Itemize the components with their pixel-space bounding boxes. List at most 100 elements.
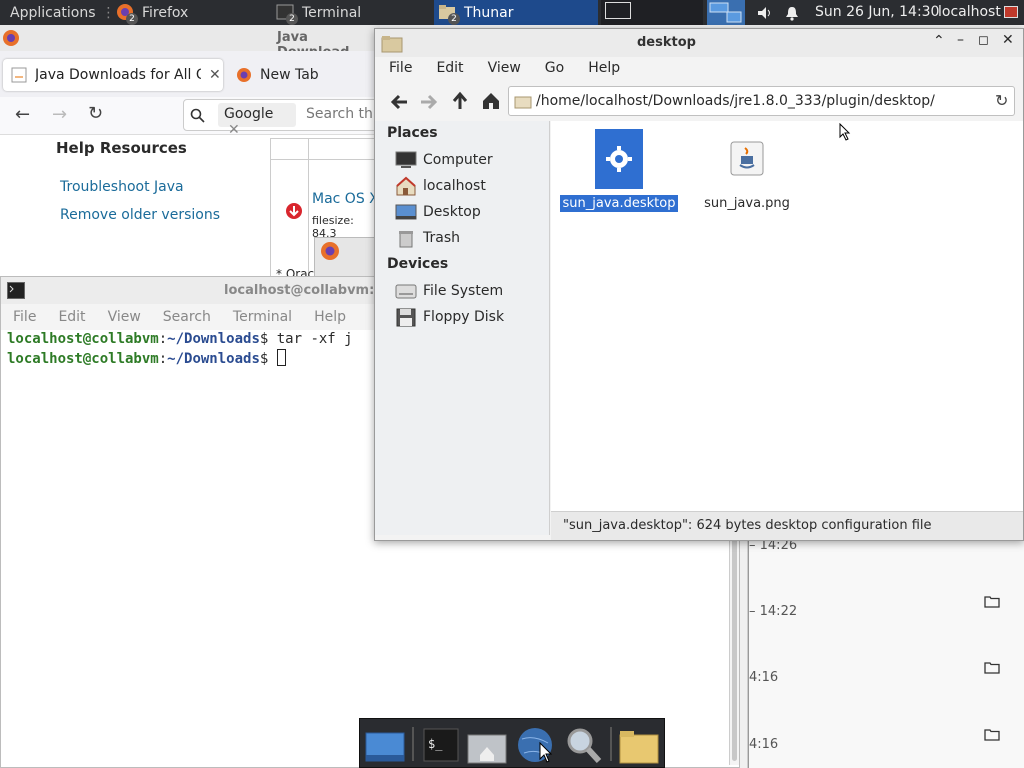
folder-icon xyxy=(381,36,403,53)
link-troubleshoot-java[interactable]: Troubleshoot Java xyxy=(60,179,184,195)
task-count-badge: 2 xyxy=(286,12,298,25)
terminal-icon xyxy=(7,282,25,299)
up-icon[interactable] xyxy=(450,91,470,111)
file-item[interactable]: sun_java.desktop xyxy=(559,129,679,212)
menu-file[interactable]: File xyxy=(377,60,424,76)
dock-separator xyxy=(610,727,612,761)
folder-icon[interactable] xyxy=(984,660,1000,674)
panel-user[interactable]: localhost xyxy=(938,4,1001,20)
terminal-line: localhost@collabvm:~/Downloads$ tar -xf … xyxy=(7,331,353,347)
svg-text:$_: $_ xyxy=(428,737,443,751)
terminal-title: localhost@collabvm: ~ xyxy=(224,283,390,298)
file-view[interactable]: sun_java.desktop sun_java.png xyxy=(551,121,1023,511)
notification-bell-icon[interactable] xyxy=(784,5,800,21)
search-input[interactable]: Google ✕ Search th xyxy=(183,99,380,138)
shade-icon[interactable]: ⌃ xyxy=(933,33,945,49)
firefox-titlebar: Java Download xyxy=(0,25,380,60)
task-firefox[interactable]: 2 Firefox xyxy=(110,0,270,25)
close-tab-icon[interactable]: ✕ xyxy=(209,67,221,83)
globe-icon xyxy=(518,728,553,763)
applications-menu[interactable]: Applications ⋮ xyxy=(0,0,116,25)
menu-edit[interactable]: Edit xyxy=(58,309,85,325)
reload-icon[interactable]: ↻ xyxy=(995,91,1008,110)
trash-icon xyxy=(399,231,413,248)
dock: $_ xyxy=(359,718,665,768)
maximize-icon[interactable]: ◻ xyxy=(978,33,989,48)
menu-help[interactable]: Help xyxy=(314,309,346,325)
menu-help[interactable]: Help xyxy=(576,60,632,76)
back-icon[interactable]: ← xyxy=(15,104,30,125)
sidebar-item-file-system[interactable]: File System xyxy=(395,280,503,302)
menu-view[interactable]: View xyxy=(476,60,533,76)
dock-show-desktop[interactable] xyxy=(364,725,406,765)
dock-file-manager[interactable] xyxy=(466,725,508,765)
forward-icon[interactable] xyxy=(419,92,439,112)
terminal-scrollbar[interactable] xyxy=(729,533,739,765)
terminal-cursor xyxy=(276,349,286,366)
download-icon[interactable] xyxy=(285,202,303,220)
sidebar-item-computer[interactable]: Computer xyxy=(395,149,493,171)
menu-search[interactable]: Search xyxy=(163,309,211,325)
computer-icon xyxy=(395,151,417,168)
tab-java-downloads[interactable]: Java Downloads for All O ✕ xyxy=(3,59,223,91)
forward-icon[interactable]: → xyxy=(52,104,67,125)
sidebar-item-label: Computer xyxy=(423,152,493,168)
thunar-sidebar: Places Computer localhost Desktop Trash … xyxy=(375,121,550,535)
tab-new-tab[interactable]: New Tab xyxy=(228,59,378,91)
dock-search[interactable] xyxy=(562,725,604,765)
minimize-icon[interactable]: – xyxy=(957,32,964,48)
thunar-title: desktop xyxy=(637,35,696,50)
menu-file[interactable]: File xyxy=(13,309,36,325)
firefox-icon: 2 xyxy=(116,3,138,25)
thunar-titlebar[interactable]: desktop ⌃ – ◻ ✕ xyxy=(375,29,1023,57)
sidebar-item-trash[interactable]: Trash xyxy=(395,227,460,249)
home-icon xyxy=(396,176,416,196)
folder-icon[interactable] xyxy=(984,727,1000,741)
task-label: Terminal xyxy=(302,4,362,21)
task-terminal[interactable]: 2 Terminal xyxy=(272,0,432,25)
terminal-icon: $_ xyxy=(423,728,459,762)
close-icon[interactable]: ✕ xyxy=(1002,32,1014,48)
java-favicon xyxy=(11,67,27,83)
folder-icon[interactable] xyxy=(984,594,1000,608)
link-remove-older-versions[interactable]: Remove older versions xyxy=(60,207,220,223)
tab-label: Java Downloads for All O xyxy=(35,67,201,83)
sidebar-item-floppy-disk[interactable]: Floppy Disk xyxy=(395,306,504,328)
workspace-switcher[interactable] xyxy=(601,0,703,25)
dock-terminal[interactable]: $_ xyxy=(420,725,462,765)
file-name: sun_java.desktop xyxy=(559,195,679,212)
download-mac-link[interactable]: Mac OS X xyxy=(312,191,379,207)
dock-folder[interactable] xyxy=(618,725,660,765)
sidebar-item-desktop[interactable]: Desktop xyxy=(395,201,481,223)
workspace-1[interactable] xyxy=(605,2,631,19)
sidebar-item-localhost[interactable]: localhost xyxy=(395,175,486,197)
menu-edit[interactable]: Edit xyxy=(424,60,475,76)
firefox-icon xyxy=(321,242,339,260)
applications-label: Applications xyxy=(10,4,96,21)
logout-icon[interactable] xyxy=(1004,6,1018,18)
tab-label: New Tab xyxy=(260,67,319,83)
task-count-badge: 2 xyxy=(126,12,138,25)
sidebar-item-label: File System xyxy=(423,283,504,299)
volume-icon[interactable] xyxy=(756,5,774,21)
back-icon[interactable] xyxy=(389,92,409,112)
clear-engine-icon[interactable]: ✕ xyxy=(228,122,240,138)
file-item[interactable]: sun_java.png xyxy=(687,129,807,212)
menu-view[interactable]: View xyxy=(108,309,141,325)
menu-go[interactable]: Go xyxy=(533,60,576,76)
task-count-badge: 2 xyxy=(448,12,460,25)
search-engine-chip[interactable]: Google ✕ xyxy=(218,103,296,138)
dock-web-browser[interactable] xyxy=(514,725,556,765)
devices-heading: Devices xyxy=(387,256,449,272)
thunar-menubar: File Edit View Go Help xyxy=(377,55,632,81)
location-path[interactable]: /home/localhost/Downloads/jre1.8.0_333/p… xyxy=(536,93,935,109)
task-thunar[interactable]: 2 Thunar xyxy=(434,0,598,25)
reload-icon[interactable]: ↻ xyxy=(88,103,103,124)
home-icon[interactable] xyxy=(481,91,501,111)
panel-clock[interactable]: Sun 26 Jun, 14:30 xyxy=(815,4,939,20)
menu-terminal[interactable]: Terminal xyxy=(233,309,292,325)
location-bar[interactable]: /home/localhost/Downloads/jre1.8.0_333/p… xyxy=(508,86,1015,116)
floppy-icon xyxy=(396,308,416,327)
display-icon[interactable] xyxy=(707,0,745,25)
mouse-cursor-icon xyxy=(839,123,851,141)
